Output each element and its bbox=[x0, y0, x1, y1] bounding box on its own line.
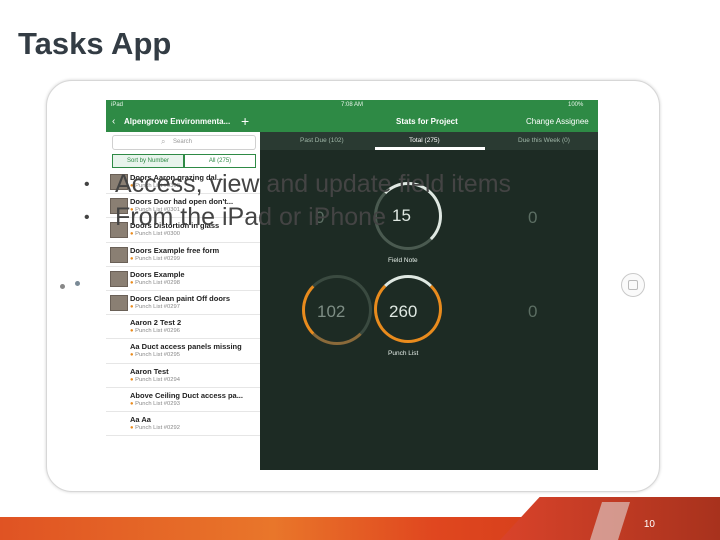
punch-list-past-due[interactable]: 102 bbox=[317, 302, 345, 322]
filter-all-button[interactable]: All (275) bbox=[184, 154, 256, 168]
list-item-title: Doors Example bbox=[130, 269, 185, 279]
list-item[interactable]: Aa Aa ● Punch List #0292 bbox=[106, 412, 260, 437]
list-item-number: Punch List #0298 bbox=[135, 279, 180, 286]
list-item[interactable]: Aa Duct access panels missing ● Punch Lis… bbox=[106, 339, 260, 364]
list-item-subtitle: ● Punch List #0295 bbox=[130, 352, 180, 358]
list-item-subtitle: ● Punch List #0294 bbox=[130, 377, 180, 383]
field-note-label: Field Note bbox=[388, 257, 418, 264]
nav-bar: ‹ Alpengrove Environmenta... + Stats for… bbox=[106, 112, 598, 132]
list-item-number: Punch List #0293 bbox=[135, 400, 180, 407]
list-item[interactable]: Doors Clean paint Off doors ● Punch List … bbox=[106, 291, 260, 316]
list-item[interactable]: Aaron Test ● Punch List #0294 bbox=[106, 364, 260, 388]
punch-list-total[interactable]: 260 bbox=[389, 302, 417, 322]
list-item[interactable]: Aaron 2 Test 2 ● Punch List #0296 bbox=[106, 315, 260, 340]
change-assignee-button[interactable]: Change Assignee bbox=[526, 117, 589, 126]
list-item-title: Aaron 2 Test 2 bbox=[130, 318, 182, 328]
stats-title: Stats for Project bbox=[396, 117, 458, 126]
app-screen: iPad 7:08 AM 100% ‹ Alpengrove Environme… bbox=[106, 100, 598, 470]
page-number: 10 bbox=[643, 519, 655, 530]
search-input[interactable]: ⌕ Search bbox=[112, 135, 256, 150]
status-bar: iPad 7:08 AM 100% bbox=[106, 100, 598, 112]
bullet-icon: • bbox=[84, 176, 90, 193]
list-item-number: Punch List #0294 bbox=[135, 376, 180, 383]
list-item-subtitle: ● Punch List #0299 bbox=[130, 256, 180, 262]
list-item-title: Aa Duct access panels missing bbox=[130, 342, 242, 352]
list-item-number: Punch List #0292 bbox=[135, 424, 180, 431]
clock-label: 7:08 AM bbox=[341, 102, 364, 108]
list-item-subtitle: ● Punch List #0292 bbox=[130, 425, 180, 431]
project-title[interactable]: Alpengrove Environmenta... bbox=[124, 117, 230, 126]
photo-thumbnail bbox=[110, 294, 128, 311]
list-item-title: Doors Clean paint Off doors bbox=[130, 293, 231, 303]
battery-label: 100% bbox=[568, 102, 584, 108]
list-item-title: Aa Aa bbox=[130, 414, 151, 424]
search-icon: ⌕ bbox=[161, 137, 166, 146]
home-button-icon bbox=[621, 273, 645, 297]
list-item[interactable]: Doors Example ● Punch List #0298 bbox=[106, 267, 260, 291]
slide-title: Tasks App bbox=[18, 26, 172, 61]
list-item-title: Doors Example free form bbox=[130, 245, 220, 255]
tab-due-week[interactable]: Due this Week (0) bbox=[518, 137, 570, 144]
back-icon[interactable]: ‹ bbox=[112, 116, 115, 127]
bullet-icon bbox=[75, 281, 80, 286]
field-note-due-week[interactable]: 0 bbox=[528, 208, 537, 228]
carrier-label: iPad bbox=[111, 102, 124, 108]
photo-thumbnail bbox=[110, 246, 128, 263]
tab-past-due[interactable]: Past Due (102) bbox=[300, 137, 344, 144]
list-item-number: Punch List #0296 bbox=[135, 328, 180, 335]
sort-filter-segment: Sort by Number All (275) bbox=[112, 154, 256, 168]
punch-list-due-week[interactable]: 0 bbox=[528, 302, 537, 322]
list-item-title: Aaron Test bbox=[130, 366, 169, 376]
list-item-subtitle: ● Punch List #0298 bbox=[130, 280, 180, 286]
add-icon[interactable]: + bbox=[241, 113, 249, 129]
list-item-subtitle: ● Punch List #0293 bbox=[130, 401, 180, 407]
field-note-total[interactable]: 15 bbox=[392, 206, 411, 226]
bullet-text: From the iPad or iPhone bbox=[115, 203, 386, 231]
list-item-number: Punch List #0299 bbox=[135, 255, 180, 262]
list-item-title: Above Ceiling Duct access pa... bbox=[130, 390, 243, 400]
tab-total[interactable]: Total (275) bbox=[409, 137, 440, 144]
list-item-number: Punch List #0295 bbox=[135, 352, 180, 359]
photo-thumbnail bbox=[110, 270, 128, 287]
punch-list-label: Punch List bbox=[388, 350, 419, 357]
list-item[interactable]: Doors Example free form ● Punch List #029… bbox=[106, 243, 260, 267]
camera-icon bbox=[60, 284, 65, 289]
bullet-text: Access, view and update field items bbox=[115, 170, 512, 198]
list-item-number: Punch List #0297 bbox=[135, 303, 180, 310]
list-item-subtitle: ● Punch List #0297 bbox=[130, 304, 180, 310]
list-item-subtitle: ● Punch List #0296 bbox=[130, 328, 180, 334]
bullet-icon: • bbox=[84, 209, 90, 226]
list-item[interactable]: Above Ceiling Duct access pa... ● Punch L… bbox=[106, 388, 260, 412]
search-placeholder: Search bbox=[173, 139, 193, 145]
footer-band bbox=[0, 497, 720, 540]
sort-by-number-button[interactable]: Sort by Number bbox=[112, 154, 184, 168]
stats-tabs: Past Due (102) Total (275) Due this Week… bbox=[260, 132, 598, 150]
